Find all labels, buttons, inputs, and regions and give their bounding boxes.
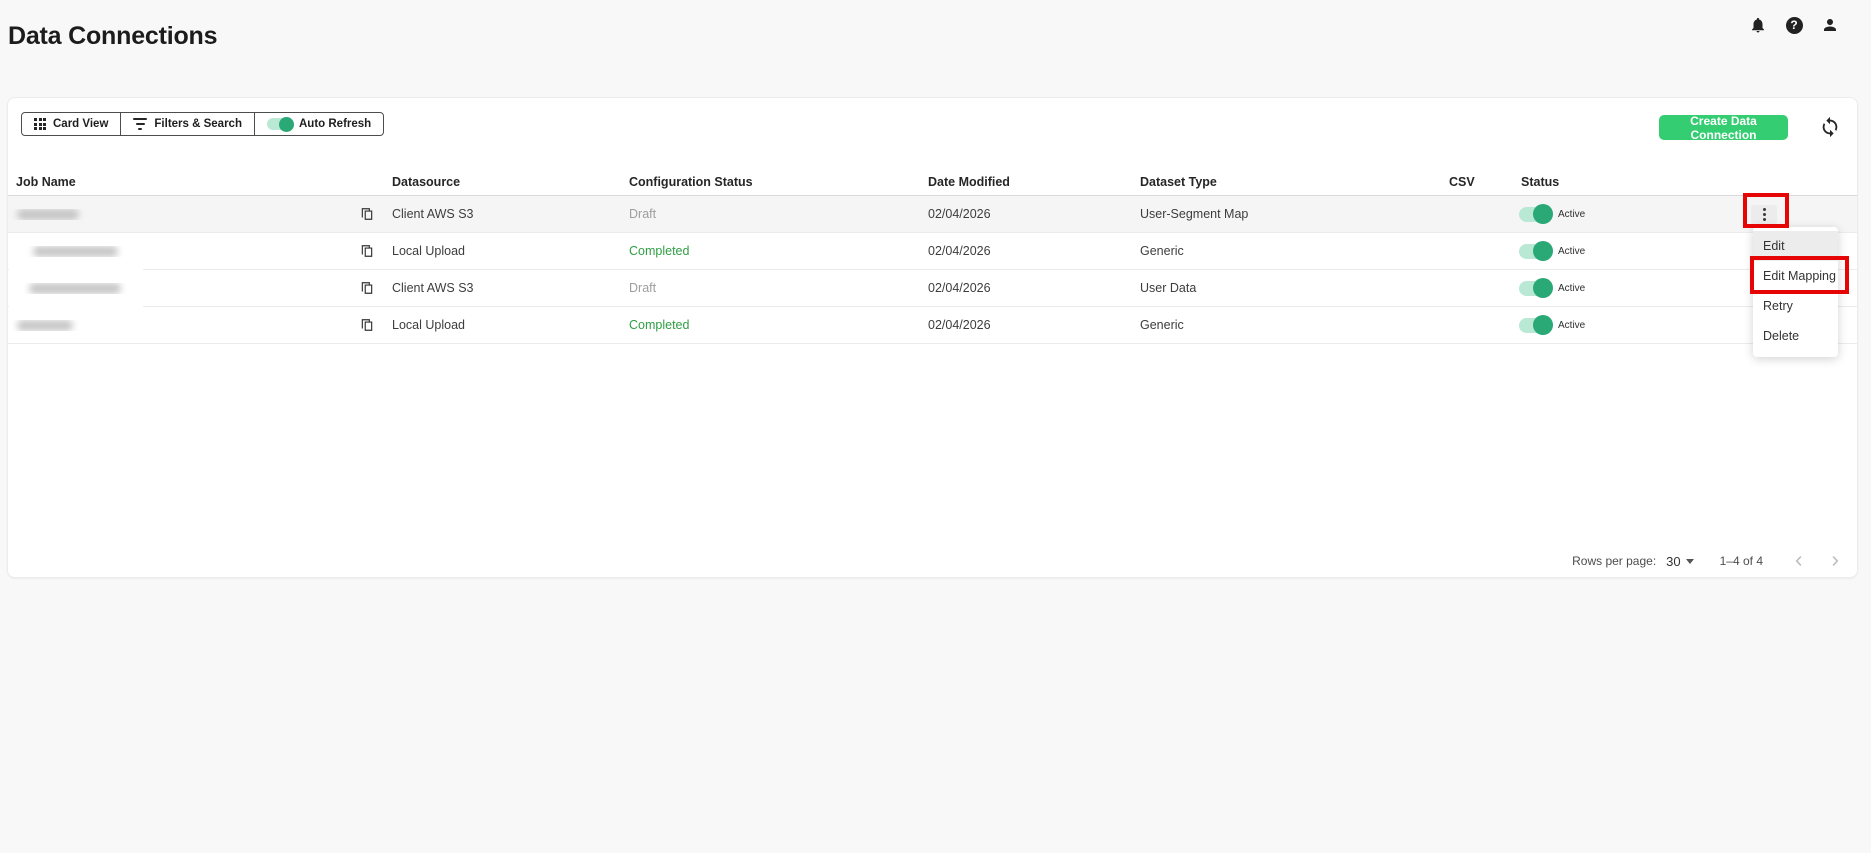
- copy-icon[interactable]: [349, 244, 384, 258]
- date-modified: 02/04/2026: [928, 281, 991, 295]
- next-page-chevron-icon[interactable]: [1825, 551, 1845, 571]
- filter-icon: [133, 118, 148, 130]
- datasource-text: Local Upload: [392, 244, 465, 258]
- table-body: Client AWS S3 Draft 02/04/2026 User-Segm…: [8, 196, 1857, 344]
- dataset-type: User-Segment Map: [1140, 207, 1249, 221]
- pager-buttons: [1789, 551, 1845, 571]
- create-data-connection-button[interactable]: Create Data Connection: [1659, 114, 1788, 142]
- copy-icon[interactable]: [349, 281, 384, 295]
- menu-item-retry[interactable]: Retry: [1753, 291, 1838, 321]
- refresh-icon[interactable]: [1816, 113, 1844, 141]
- context-menu: Edit Edit Mapping Retry Delete: [1753, 227, 1838, 357]
- table-row[interactable]: Local Upload Completed 02/04/2026 Generi…: [8, 233, 1857, 270]
- config-status: Completed: [629, 244, 690, 258]
- pagination: Rows per page: 30 1–4 of 4: [1572, 546, 1845, 576]
- page-title: Data Connections: [8, 22, 218, 50]
- auto-refresh-label: Auto Refresh: [298, 118, 372, 130]
- date-modified: 02/04/2026: [928, 244, 991, 258]
- job-name-redacted: [29, 282, 121, 294]
- account-person-icon[interactable]: [1819, 14, 1841, 36]
- job-name-redacted: [33, 245, 118, 257]
- status-cell: Active: [1513, 241, 1741, 261]
- job-name-cell: [8, 282, 349, 294]
- table-header-row: Job Name Datasource Configuration Status…: [8, 168, 1857, 196]
- toggle-label: Active: [1558, 208, 1586, 220]
- topbar: ?: [1747, 14, 1841, 36]
- rows-per-page-value: 30: [1666, 553, 1681, 569]
- date-modified: 02/04/2026: [928, 318, 991, 332]
- column-header-job-name: Job Name: [16, 174, 76, 189]
- toggle-label: Active: [1558, 245, 1586, 257]
- table-row[interactable]: Client AWS S3 Draft 02/04/2026 User Data…: [8, 270, 1857, 307]
- table-row[interactable]: Local Upload Completed 02/04/2026 Generi…: [8, 307, 1857, 344]
- status-toggle[interactable]: [1519, 278, 1553, 298]
- datasource-text: Local Upload: [392, 318, 465, 332]
- notifications-bell-icon[interactable]: [1747, 14, 1769, 36]
- column-header-date-modified: Date Modified: [928, 174, 1010, 189]
- datasource-text: Client AWS S3: [392, 281, 474, 295]
- rows-per-page-label: Rows per page:: [1572, 554, 1657, 568]
- menu-item-delete[interactable]: Delete: [1753, 321, 1838, 351]
- job-name-redacted: [17, 319, 73, 331]
- copy-icon[interactable]: [349, 318, 384, 332]
- column-header-csv: CSV: [1449, 174, 1475, 189]
- job-name-cell: [8, 319, 349, 331]
- column-header-dataset-type: Dataset Type: [1140, 174, 1217, 189]
- job-name-redacted: [17, 208, 79, 220]
- status-cell: Active: [1513, 204, 1741, 224]
- dataset-type: Generic: [1140, 244, 1184, 258]
- pagination-range: 1–4 of 4: [1719, 554, 1763, 568]
- filters-search-label: Filters & Search: [154, 118, 242, 130]
- card-view-button[interactable]: Card View: [22, 113, 122, 135]
- auto-refresh-toggle-button[interactable]: Auto Refresh: [255, 113, 383, 135]
- filters-search-button[interactable]: Filters & Search: [121, 113, 255, 135]
- datasource-text: Client AWS S3: [392, 207, 474, 221]
- caret-down-icon: [1685, 558, 1694, 564]
- table-row[interactable]: Client AWS S3 Draft 02/04/2026 User-Segm…: [8, 196, 1857, 233]
- help-question-glyph: ?: [1785, 16, 1803, 34]
- column-header-configuration-status: Configuration Status: [629, 174, 753, 189]
- row-menu-button[interactable]: [1751, 204, 1777, 224]
- data-connections-card: Card View Filters & Search Auto Refresh …: [7, 97, 1858, 578]
- column-header-datasource: Datasource: [392, 174, 461, 189]
- config-status: Draft: [629, 207, 657, 221]
- rows-per-page-select[interactable]: 30: [1666, 553, 1694, 569]
- toggle-label: Active: [1558, 282, 1586, 294]
- job-name-cell: [8, 245, 349, 257]
- status-toggle[interactable]: [1519, 315, 1553, 335]
- help-icon[interactable]: ?: [1783, 14, 1805, 36]
- view-toolbar: Card View Filters & Search Auto Refresh: [21, 112, 385, 136]
- previous-page-chevron-icon[interactable]: [1789, 551, 1809, 571]
- job-name-cell: [8, 208, 349, 220]
- dataset-type: Generic: [1140, 318, 1184, 332]
- copy-icon[interactable]: [349, 207, 384, 221]
- dataset-type: User Data: [1140, 281, 1197, 295]
- toggle-label: Active: [1558, 319, 1586, 331]
- status-toggle[interactable]: [1519, 204, 1553, 224]
- status-cell: Active: [1513, 278, 1741, 298]
- data-connections-table: Job Name Datasource Configuration Status…: [8, 168, 1857, 344]
- row-actions: [1741, 204, 1857, 224]
- menu-item-edit-mapping[interactable]: Edit Mapping: [1753, 261, 1838, 291]
- config-status: Draft: [629, 281, 657, 295]
- auto-refresh-switch[interactable]: [266, 116, 294, 132]
- status-cell: Active: [1513, 315, 1741, 335]
- date-modified: 02/04/2026: [928, 207, 991, 221]
- grid-view-icon: [34, 118, 46, 130]
- status-toggle[interactable]: [1519, 241, 1553, 261]
- column-header-status: Status: [1521, 174, 1560, 189]
- rows-per-page: Rows per page: 30: [1572, 554, 1694, 569]
- menu-item-edit[interactable]: Edit: [1753, 231, 1838, 261]
- card-view-label: Card View: [53, 118, 109, 130]
- config-status: Completed: [629, 318, 690, 332]
